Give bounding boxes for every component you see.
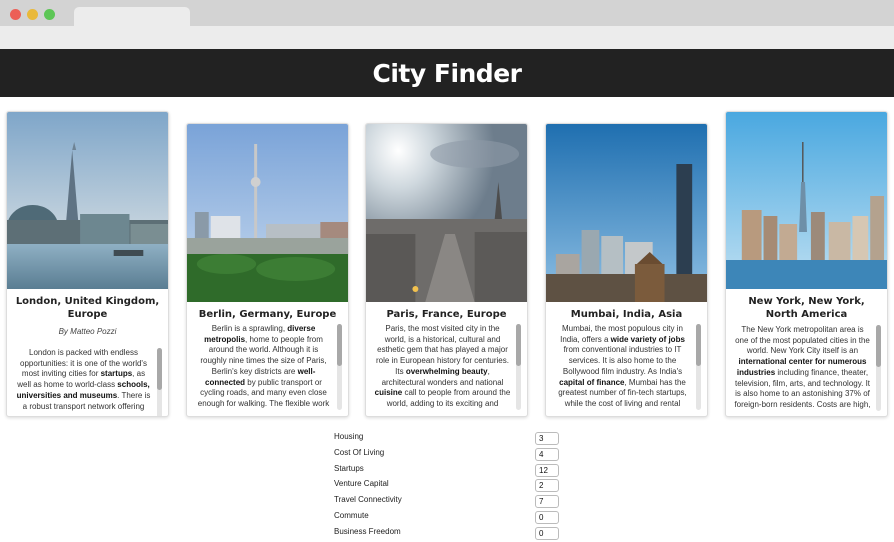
pref-label: Cost Of Living	[334, 447, 385, 457]
city-description: Berlin is a sprawling, diverse metropoli…	[197, 324, 330, 410]
pref-row-cost-of-living: Cost Of Living	[334, 447, 564, 463]
city-description-panel[interactable]: London is packed with endless opportunit…	[7, 348, 168, 416]
city-description: Paris, the most visited city in the worl…	[374, 324, 511, 410]
scrollbar-thumb[interactable]	[516, 324, 521, 366]
cost-of-living-input[interactable]	[535, 447, 559, 461]
close-window-button[interactable]	[10, 9, 21, 20]
description-scrollbar[interactable]	[516, 324, 521, 410]
browser-toolbar	[0, 26, 894, 49]
startups-input[interactable]	[535, 463, 559, 477]
city-description-panel[interactable]: Berlin is a sprawling, diverse metropoli…	[187, 324, 348, 410]
description-scrollbar[interactable]	[876, 325, 881, 411]
description-scrollbar[interactable]	[337, 324, 342, 410]
minimize-window-button[interactable]	[27, 9, 38, 20]
pref-label: Travel Connectivity	[334, 495, 402, 505]
scrollbar-thumb[interactable]	[157, 348, 162, 390]
pref-row-travel-connectivity: Travel Connectivity	[334, 494, 564, 510]
scrollbar-thumb[interactable]	[696, 324, 701, 366]
travel-connectivity-input[interactable]	[535, 495, 559, 509]
scrollbar-thumb[interactable]	[337, 324, 342, 366]
city-photo-new-york	[726, 112, 887, 289]
city-card-paris[interactable]: Paris, France, Europe Paris, the most vi…	[365, 123, 528, 417]
city-card-berlin[interactable]: Berlin, Germany, Europe Berlin is a spra…	[186, 123, 349, 417]
app-header: City Finder	[0, 49, 894, 97]
pref-row-venture-capital: Venture Capital	[334, 478, 564, 494]
city-description-panel[interactable]: Mumbai, the most populous city in India,…	[546, 324, 707, 410]
city-title: London, United Kingdom, Europe	[15, 296, 160, 320]
pref-label: Venture Capital	[334, 479, 389, 489]
pref-label: Startups	[334, 463, 364, 473]
commute-input[interactable]	[535, 510, 559, 524]
pref-label: Commute	[334, 510, 369, 520]
preferences-form: Housing Cost Of Living Startups Venture …	[334, 431, 564, 542]
city-author: By Matteo Pozzi	[58, 327, 117, 336]
city-photo-paris	[366, 124, 527, 302]
pref-row-business-freedom: Business Freedom	[334, 526, 564, 542]
city-description-panel[interactable]: Paris, the most visited city in the worl…	[366, 324, 527, 410]
pref-row-startups: Startups	[334, 463, 564, 479]
page-title: City Finder	[372, 58, 523, 88]
city-description: London is packed with endless opportunit…	[16, 348, 151, 411]
city-card-mumbai[interactable]: Mumbai, India, Asia Mumbai, the most pop…	[545, 123, 708, 417]
city-description: The New York metropolitan area is one of…	[734, 325, 871, 409]
pref-row-commute: Commute	[334, 510, 564, 526]
housing-input[interactable]	[535, 432, 559, 445]
city-title: Paris, France, Europe	[386, 309, 507, 320]
city-photo-london	[7, 112, 168, 289]
description-scrollbar[interactable]	[696, 324, 701, 410]
browser-tab[interactable]	[74, 7, 190, 26]
city-description-panel[interactable]: The New York metropolitan area is one of…	[726, 325, 887, 411]
city-photo-mumbai	[546, 124, 707, 302]
city-title: Mumbai, India, Asia	[570, 309, 683, 320]
description-scrollbar[interactable]	[157, 348, 162, 416]
business-freedom-input[interactable]	[535, 526, 559, 540]
pref-label: Housing	[334, 432, 364, 441]
pref-label: Business Freedom	[334, 526, 401, 536]
browser-chrome	[0, 0, 894, 49]
city-title: New York, New York, North America	[748, 296, 865, 320]
city-photo-berlin	[187, 124, 348, 302]
pref-row-housing: Housing	[334, 431, 564, 447]
venture-capital-input[interactable]	[535, 479, 559, 493]
city-card-london[interactable]: London, United Kingdom, Europe By Matteo…	[6, 111, 169, 417]
scrollbar-thumb[interactable]	[876, 325, 881, 367]
maximize-window-button[interactable]	[44, 9, 55, 20]
city-description: Mumbai, the most populous city in India,…	[558, 324, 687, 408]
city-title: Berlin, Germany, Europe	[198, 309, 337, 320]
city-card-new-york[interactable]: New York, New York, North America The Ne…	[725, 111, 888, 417]
